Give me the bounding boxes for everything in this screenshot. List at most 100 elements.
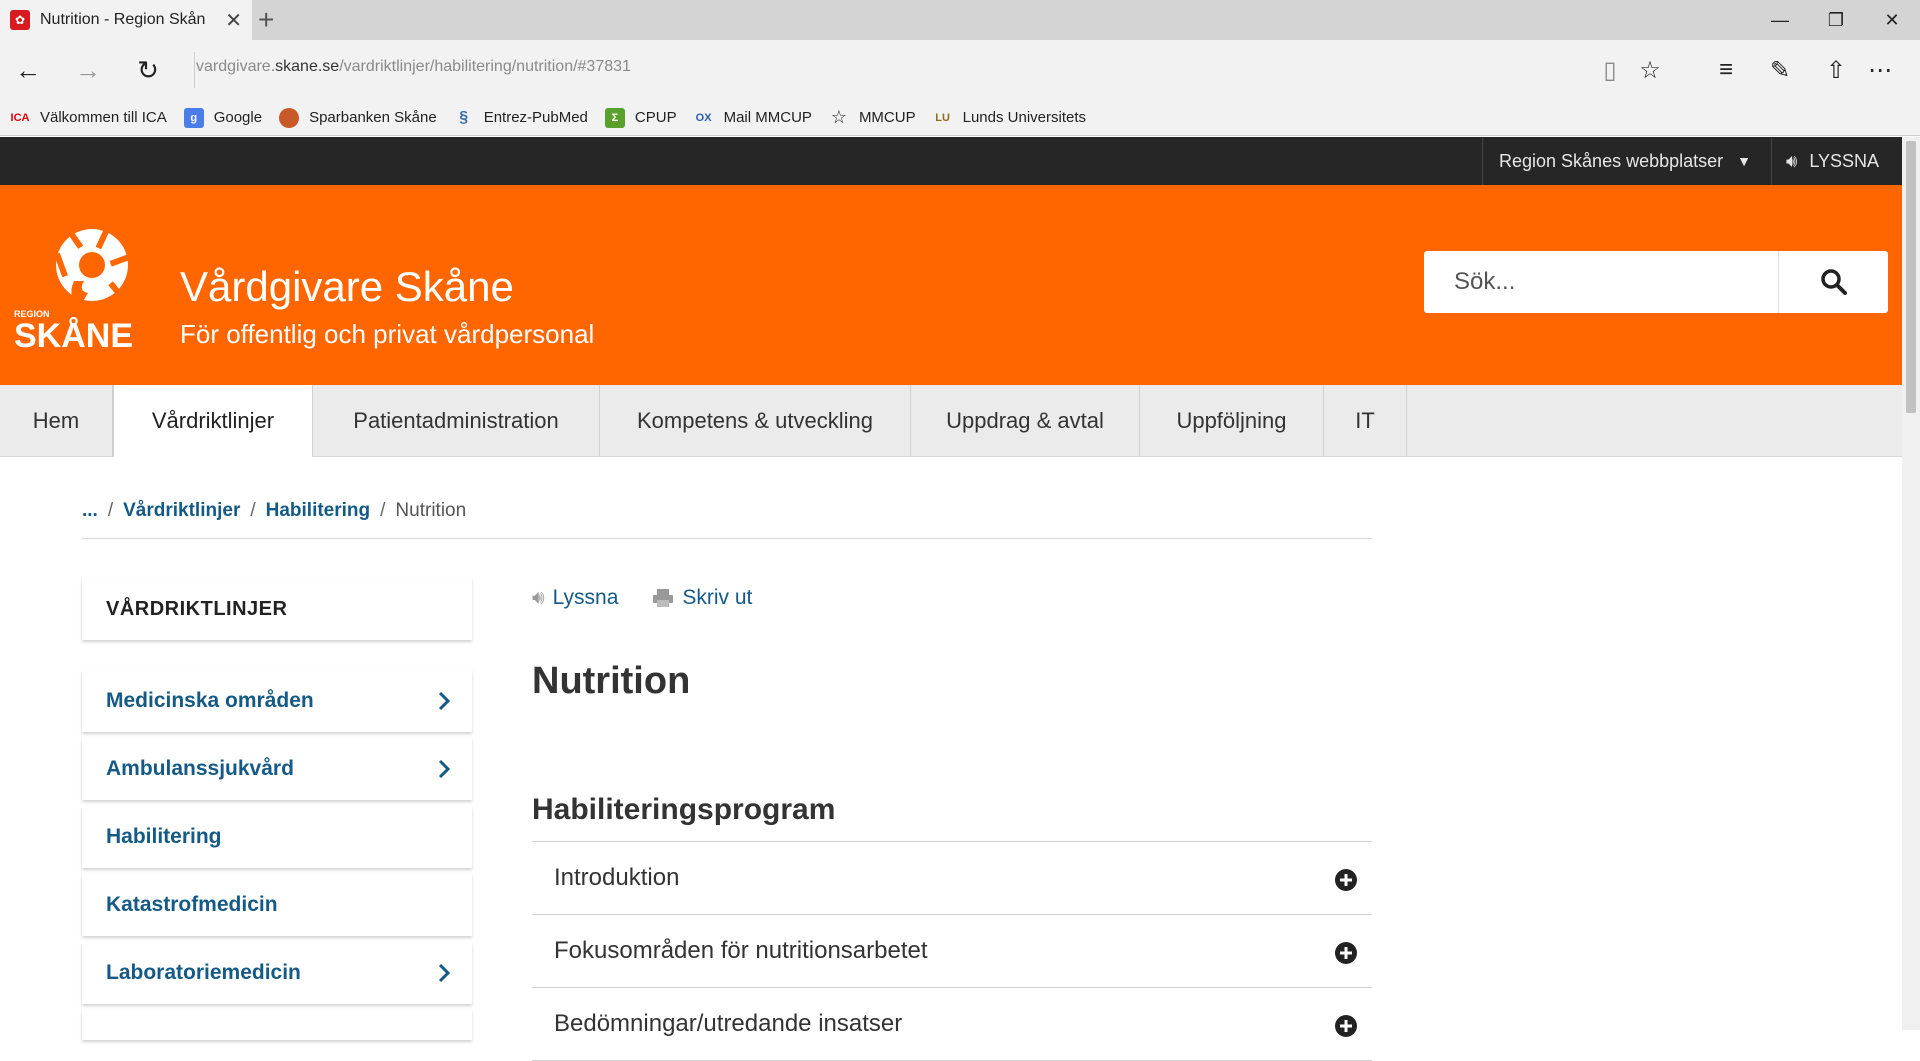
site-subtitle: För offentlig och privat vårdpersonal [180,319,595,349]
url-domain: skane.se [275,58,340,75]
window-close-icon[interactable]: ✕ [1864,0,1920,40]
print-button[interactable]: Skriv ut [652,586,752,610]
restore-icon[interactable]: ❐ [1808,0,1864,40]
favorite-cpup[interactable]: Σ CPUP [604,107,677,128]
favorite-label: Entrez-PubMed [483,109,588,126]
page-tools: 🔊︎ Lyssna Skriv ut [532,578,1372,618]
new-tab-icon[interactable]: + [258,4,274,36]
chevron-right-icon [438,691,451,711]
favorites-bar: ICA Välkommen till ICA g Google Sparbanken… [0,100,1920,136]
back-arrow-icon[interactable]: ← [8,50,48,90]
favorite-mail-mmcup[interactable]: OX Mail MMCUP [694,108,812,128]
site-header: REGION SKÅNE Vårdgivare Skåne För offent… [0,185,1902,385]
nav-item-kompetens[interactable]: Kompetens & utveckling [600,385,911,457]
section-title: Habiliteringsprogram [532,793,836,826]
search-button[interactable] [1778,251,1888,313]
close-tab-icon[interactable]: ✕ [225,8,242,33]
sidebar-item-partial[interactable] [82,1010,472,1040]
hub-icon[interactable]: ≡ [1706,50,1746,90]
star-icon: ☆ [830,107,847,127]
sidebar-heading[interactable]: VÅRDRIKTLINJER [82,578,472,640]
breadcrumb-current: Nutrition [395,500,467,521]
mail-icon: OX [695,111,712,124]
url-field[interactable]: vardgivare.skane.se/vardriktlinjer/habil… [196,58,631,76]
favorite-label: Google [213,109,263,126]
accordion-item-fokusomraden[interactable]: Fokusområden för nutritionsarbetet [532,915,1372,988]
favorite-label: Mail MMCUP [723,109,812,126]
search-icon [1820,269,1847,295]
listen-label: Lyssna [552,586,619,609]
breadcrumb-habilitering[interactable]: Habilitering [266,500,371,522]
accordion-item-introduktion[interactable]: Introduktion [532,842,1372,915]
refresh-icon[interactable]: ↻ [128,50,168,90]
nav-item-uppdrag[interactable]: Uppdrag & avtal [911,385,1140,457]
breadcrumb-root[interactable]: ... [82,500,98,522]
speaker-icon: 🔊︎ [532,586,545,609]
site-title[interactable]: Vårdgivare Skåne [180,263,514,311]
printer-icon [653,589,674,607]
breadcrumb-separator: / [380,500,386,521]
nav-item-it[interactable]: IT [1324,385,1407,457]
nav-item-vardriktlinjer[interactable]: Vårdriktlinjer [113,385,313,457]
nav-item-patientadministration[interactable]: Patientadministration [313,385,600,457]
breadcrumb-divider [82,538,1372,539]
search-box [1424,251,1888,313]
sidebar-item-label: Katastrofmedicin [106,893,278,916]
forward-arrow-icon[interactable]: → [68,50,108,90]
page-scrollbar[interactable] [1902,137,1920,1030]
favorite-label: Lunds Universitets [962,109,1087,126]
tab-title: Nutrition - Region Skån [40,11,206,28]
sidebar-item-medicinska-omraden[interactable]: Medicinska områden [82,670,472,732]
favorite-star-icon[interactable]: ☆ [1630,50,1670,90]
sites-dropdown-label: Region Skånes webbplatser [1499,150,1724,171]
breadcrumb: ... / Vårdriktlinjer / Habilitering / Nu… [82,500,466,522]
ica-icon: ICA [10,111,30,124]
accordion-item-label: Fokusområden för nutritionsarbetet [554,937,928,964]
favorite-mmcup[interactable]: ☆ MMCUP [829,107,916,128]
browser-tab[interactable]: ✿ Nutrition - Region Skån ✕ [0,0,252,40]
web-note-icon[interactable]: ✎ [1760,50,1800,90]
sidebar-item-label: Habilitering [106,825,222,848]
share-icon[interactable]: ⇧ [1816,50,1856,90]
sites-dropdown[interactable]: Region Skånes webbplatser ▼ [1482,137,1772,185]
nav-item-hem[interactable]: Hem [0,385,113,457]
url-path: /vardriktlinjer/habilitering/nutrition/#… [339,58,631,75]
reading-view-icon[interactable]: ▯ [1590,50,1630,90]
accordion-item-label: Bedömningar/utredande insatser [554,1010,903,1037]
logo-big-text: SKÅNE [14,317,133,353]
favorite-ica[interactable]: ICA Välkommen till ICA [10,108,167,128]
favorite-pubmed[interactable]: § Entrez-PubMed [454,108,588,128]
minimize-icon[interactable]: — [1752,0,1808,40]
sparbanken-icon [279,107,300,128]
cpup-icon: Σ [604,107,625,128]
search-input[interactable] [1424,251,1778,313]
sidebar-item-ambulanssjukvard[interactable]: Ambulanssjukvård [82,738,472,800]
lu-icon: LU [935,111,950,124]
breadcrumb-vardriktlinjer[interactable]: Vårdriktlinjer [123,500,240,522]
listen-top-button[interactable]: 🔊︎ LYSSNA [1786,137,1879,185]
sidebar-item-laboratoriemedicin[interactable]: Laboratoriemedicin [82,942,472,1004]
favorite-sparbanken[interactable]: Sparbanken Skåne [279,107,437,128]
sidebar-item-label: Ambulanssjukvård [106,757,294,780]
sidebar-item-habilitering[interactable]: Habilitering [82,806,472,868]
listen-button[interactable]: 🔊︎ Lyssna [532,586,618,610]
page-title: Nutrition [532,660,691,702]
google-icon: g [183,107,204,128]
favorite-label: CPUP [634,109,677,126]
accordion-item-bedomningar[interactable]: Bedömningar/utredande insatser [532,988,1372,1061]
favorite-label: Sparbanken Skåne [309,109,437,126]
more-icon[interactable]: ⋯ [1860,50,1900,90]
plus-circle-icon [1335,869,1357,891]
nav-item-uppfoljning[interactable]: Uppföljning [1140,385,1324,457]
sidebar-item-label: Medicinska områden [106,689,314,712]
scrollbar-thumb[interactable] [1906,141,1916,413]
region-skane-logo[interactable]: REGION SKÅNE [14,223,154,353]
favorite-lunds-universitet[interactable]: LU Lunds Universitets [933,108,1086,128]
address-bar: ← → ↻ vardgivare.skane.se/vardriktlinjer… [0,40,1920,100]
favorite-google[interactable]: g Google [183,107,263,128]
main-content: 🔊︎ Lyssna Skriv ut Nutrition Habiliterin… [532,578,1372,1061]
speaker-icon: 🔊︎ [1786,150,1798,171]
sidebar-item-katastrofmedicin[interactable]: Katastrofmedicin [82,874,472,936]
main-navigation: Hem Vårdriktlinjer Patientadministration… [0,385,1902,457]
